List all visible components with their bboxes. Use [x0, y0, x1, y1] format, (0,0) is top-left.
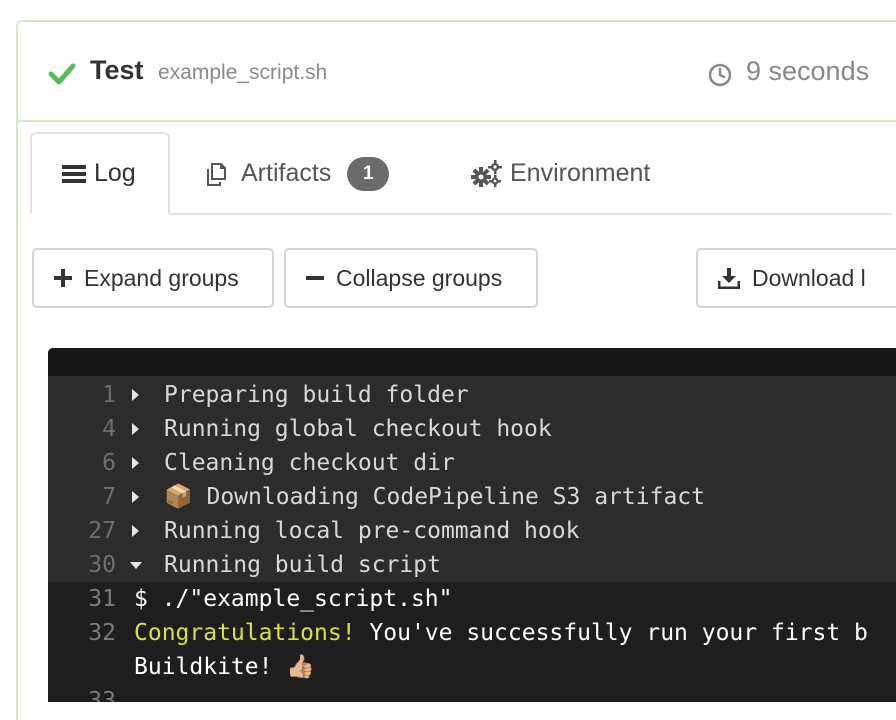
log-output-line: 31 $ ./"example_script.sh"	[48, 582, 896, 616]
copy-icon	[207, 162, 226, 186]
collapse-groups-button[interactable]: Collapse groups	[284, 248, 538, 308]
line-number[interactable]: 31	[48, 582, 116, 616]
expand-groups-button[interactable]: Expand groups	[32, 248, 274, 308]
log-groups: 1 Preparing build folder 4 Running globa…	[48, 376, 896, 582]
log-group-line[interactable]: 1 Preparing build folder	[48, 378, 896, 412]
log-output-line: Buildkite! 👍🏼	[48, 650, 896, 684]
plus-icon	[54, 269, 72, 287]
tab-artifacts[interactable]: Artifacts 1	[205, 132, 435, 215]
tab-label: Log	[94, 159, 136, 187]
list-icon	[62, 164, 86, 183]
group-title: 📦 Downloading CodePipeline S3 artifact	[164, 484, 705, 510]
output-text: $ ./"example_script.sh"	[134, 582, 453, 616]
output-text: Buildkite! 👍🏼	[134, 650, 315, 684]
output-body: You've successfully run your first b	[355, 620, 868, 646]
download-log-button[interactable]: Download l	[696, 248, 896, 308]
button-label: Download l	[752, 264, 866, 291]
group-title: Running build script	[164, 552, 441, 578]
expand-arrow-icon[interactable]	[132, 525, 139, 537]
group-title: Preparing build folder	[164, 382, 469, 408]
line-number[interactable]: 33	[48, 684, 116, 702]
output-body: Buildkite! 👍🏼	[134, 654, 315, 680]
job-header[interactable]: Test example_script.sh 9 seconds	[18, 22, 896, 122]
job-duration: 9 seconds	[746, 56, 870, 86]
button-label: Expand groups	[84, 264, 239, 291]
build-log-terminal[interactable]: 1 Preparing build folder 4 Running globa…	[48, 348, 896, 702]
button-label: Collapse groups	[336, 264, 503, 291]
line-number[interactable]: 7	[48, 480, 116, 514]
output-prefix: Congratulations!	[134, 620, 356, 646]
line-number[interactable]: 1	[48, 378, 116, 412]
job-title: Test	[90, 55, 144, 85]
log-group-line[interactable]: 6 Cleaning checkout dir	[48, 446, 896, 480]
expand-arrow-icon[interactable]	[132, 491, 139, 503]
output-text: Congratulations! You've successfully run…	[134, 616, 868, 650]
cogs-icon	[471, 159, 502, 187]
expand-arrow-icon[interactable]	[132, 389, 139, 401]
tab-log[interactable]: Log	[30, 132, 170, 215]
log-group-line[interactable]: 30 Running build script	[48, 548, 896, 582]
clock-icon	[708, 63, 732, 87]
line-number[interactable]: 27	[48, 514, 116, 548]
expand-arrow-icon[interactable]	[132, 457, 139, 469]
tab-label: Environment	[510, 159, 651, 187]
terminal-top-bar	[48, 348, 896, 376]
expand-arrow-icon[interactable]	[132, 423, 139, 435]
log-output-line: 32 Congratulations! You've successfully …	[48, 616, 896, 650]
group-title: Cleaning checkout dir	[164, 450, 455, 476]
download-icon	[718, 268, 740, 289]
line-number[interactable]: 32	[48, 616, 116, 650]
line-number[interactable]: 6	[48, 446, 116, 480]
log-group-line[interactable]: 7 📦 Downloading CodePipeline S3 artifact	[48, 480, 896, 514]
job-command: example_script.sh	[158, 61, 328, 84]
log-group-line[interactable]: 27 Running local pre-command hook	[48, 514, 896, 548]
log-output: 31 $ ./"example_script.sh" 32 Congratula…	[48, 582, 896, 702]
line-number[interactable]: 4	[48, 412, 116, 446]
log-output-line: 33	[48, 684, 896, 702]
output-body: $ ./"example_script.sh"	[134, 586, 453, 612]
group-title: Running local pre-command hook	[164, 518, 580, 544]
artifacts-count-badge: 1	[347, 156, 390, 191]
minus-icon	[306, 276, 324, 280]
log-group-line[interactable]: 4 Running global checkout hook	[48, 412, 896, 446]
line-number[interactable]: 30	[48, 548, 116, 582]
tab-label: Artifacts	[241, 159, 332, 187]
collapse-arrow-icon[interactable]	[130, 562, 142, 569]
group-title: Running global checkout hook	[164, 416, 552, 442]
check-icon	[48, 63, 76, 85]
tab-environment[interactable]: Environment	[470, 132, 700, 215]
